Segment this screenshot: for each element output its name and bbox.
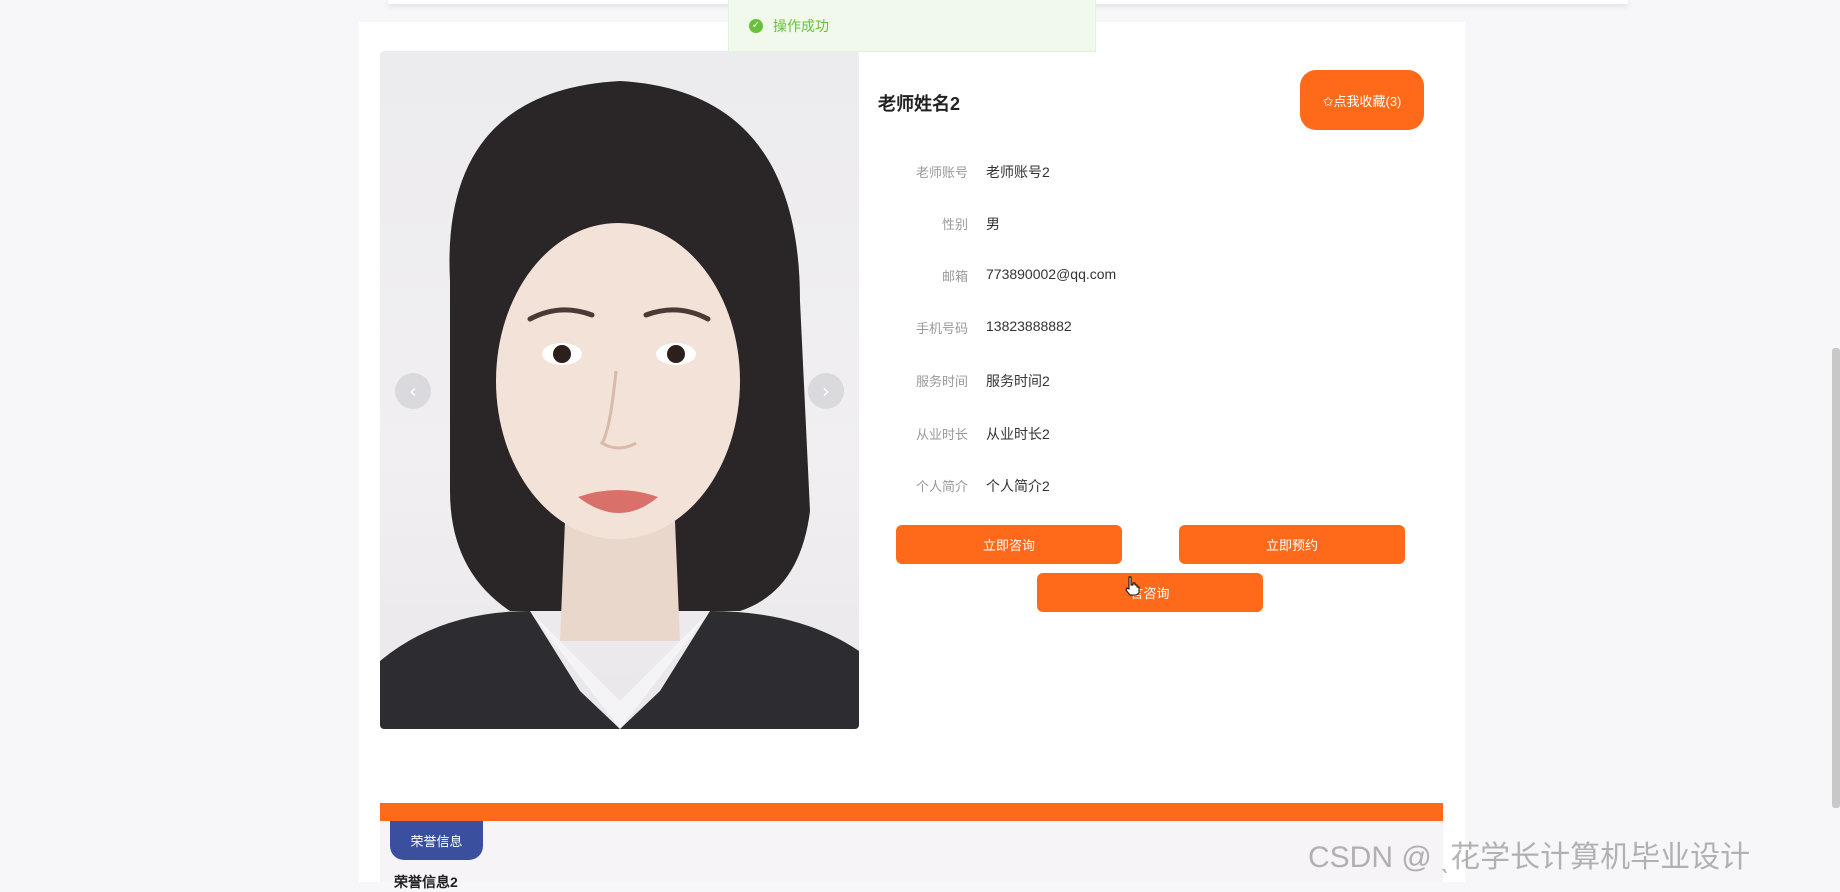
portrait-image: [380, 81, 859, 729]
honor-section: [380, 821, 1443, 882]
consult-now-button[interactable]: 立即咨询: [896, 525, 1122, 564]
detail-label: 性别: [941, 217, 968, 232]
tab-honor-info[interactable]: 荣誉信息: [390, 821, 483, 860]
detail-value: 13823888882: [986, 318, 1072, 334]
chevron-left-icon: ‹: [409, 379, 417, 403]
section-divider: [380, 803, 1443, 821]
detail-label: 个人简介: [915, 479, 968, 494]
book-now-button[interactable]: 立即预约: [1179, 525, 1405, 564]
detail-label: 手机号码: [915, 321, 968, 336]
carousel-next-button[interactable]: ›: [808, 373, 844, 409]
message-consult-button[interactable]: 言咨询: [1037, 573, 1263, 612]
toast-message: 操作成功: [773, 17, 829, 34]
hand-cursor-icon: [1125, 576, 1140, 596]
detail-value: 服务时间2: [986, 373, 1050, 389]
detail-value: 从业时长2: [986, 426, 1050, 442]
detail-label: 服务时间: [915, 374, 968, 389]
chevron-right-icon: ›: [822, 379, 830, 403]
teacher-name: 老师姓名2: [878, 94, 961, 114]
carousel-prev-button[interactable]: ‹: [395, 373, 431, 409]
honor-item-title: 荣誉信息2: [394, 874, 458, 890]
detail-value: 老师账号2: [986, 164, 1050, 180]
teacher-photo: [380, 51, 859, 729]
success-toast: ✓ 操作成功: [728, 0, 1096, 52]
detail-label: 邮箱: [941, 269, 968, 284]
check-circle-icon: ✓: [749, 18, 763, 33]
detail-value: 个人简介2: [986, 478, 1050, 494]
page-scrollbar[interactable]: [1832, 348, 1840, 808]
detail-value: 773890002@qq.com: [986, 266, 1117, 282]
favorite-button[interactable]: ✩点我收藏(3): [1300, 70, 1424, 130]
detail-value: 男: [986, 216, 1000, 232]
csdn-watermark: CSDN @ ˎ花学长计算机毕业设计: [1308, 841, 1751, 874]
detail-label: 老师账号: [915, 165, 968, 180]
detail-label: 从业时长: [915, 427, 968, 442]
